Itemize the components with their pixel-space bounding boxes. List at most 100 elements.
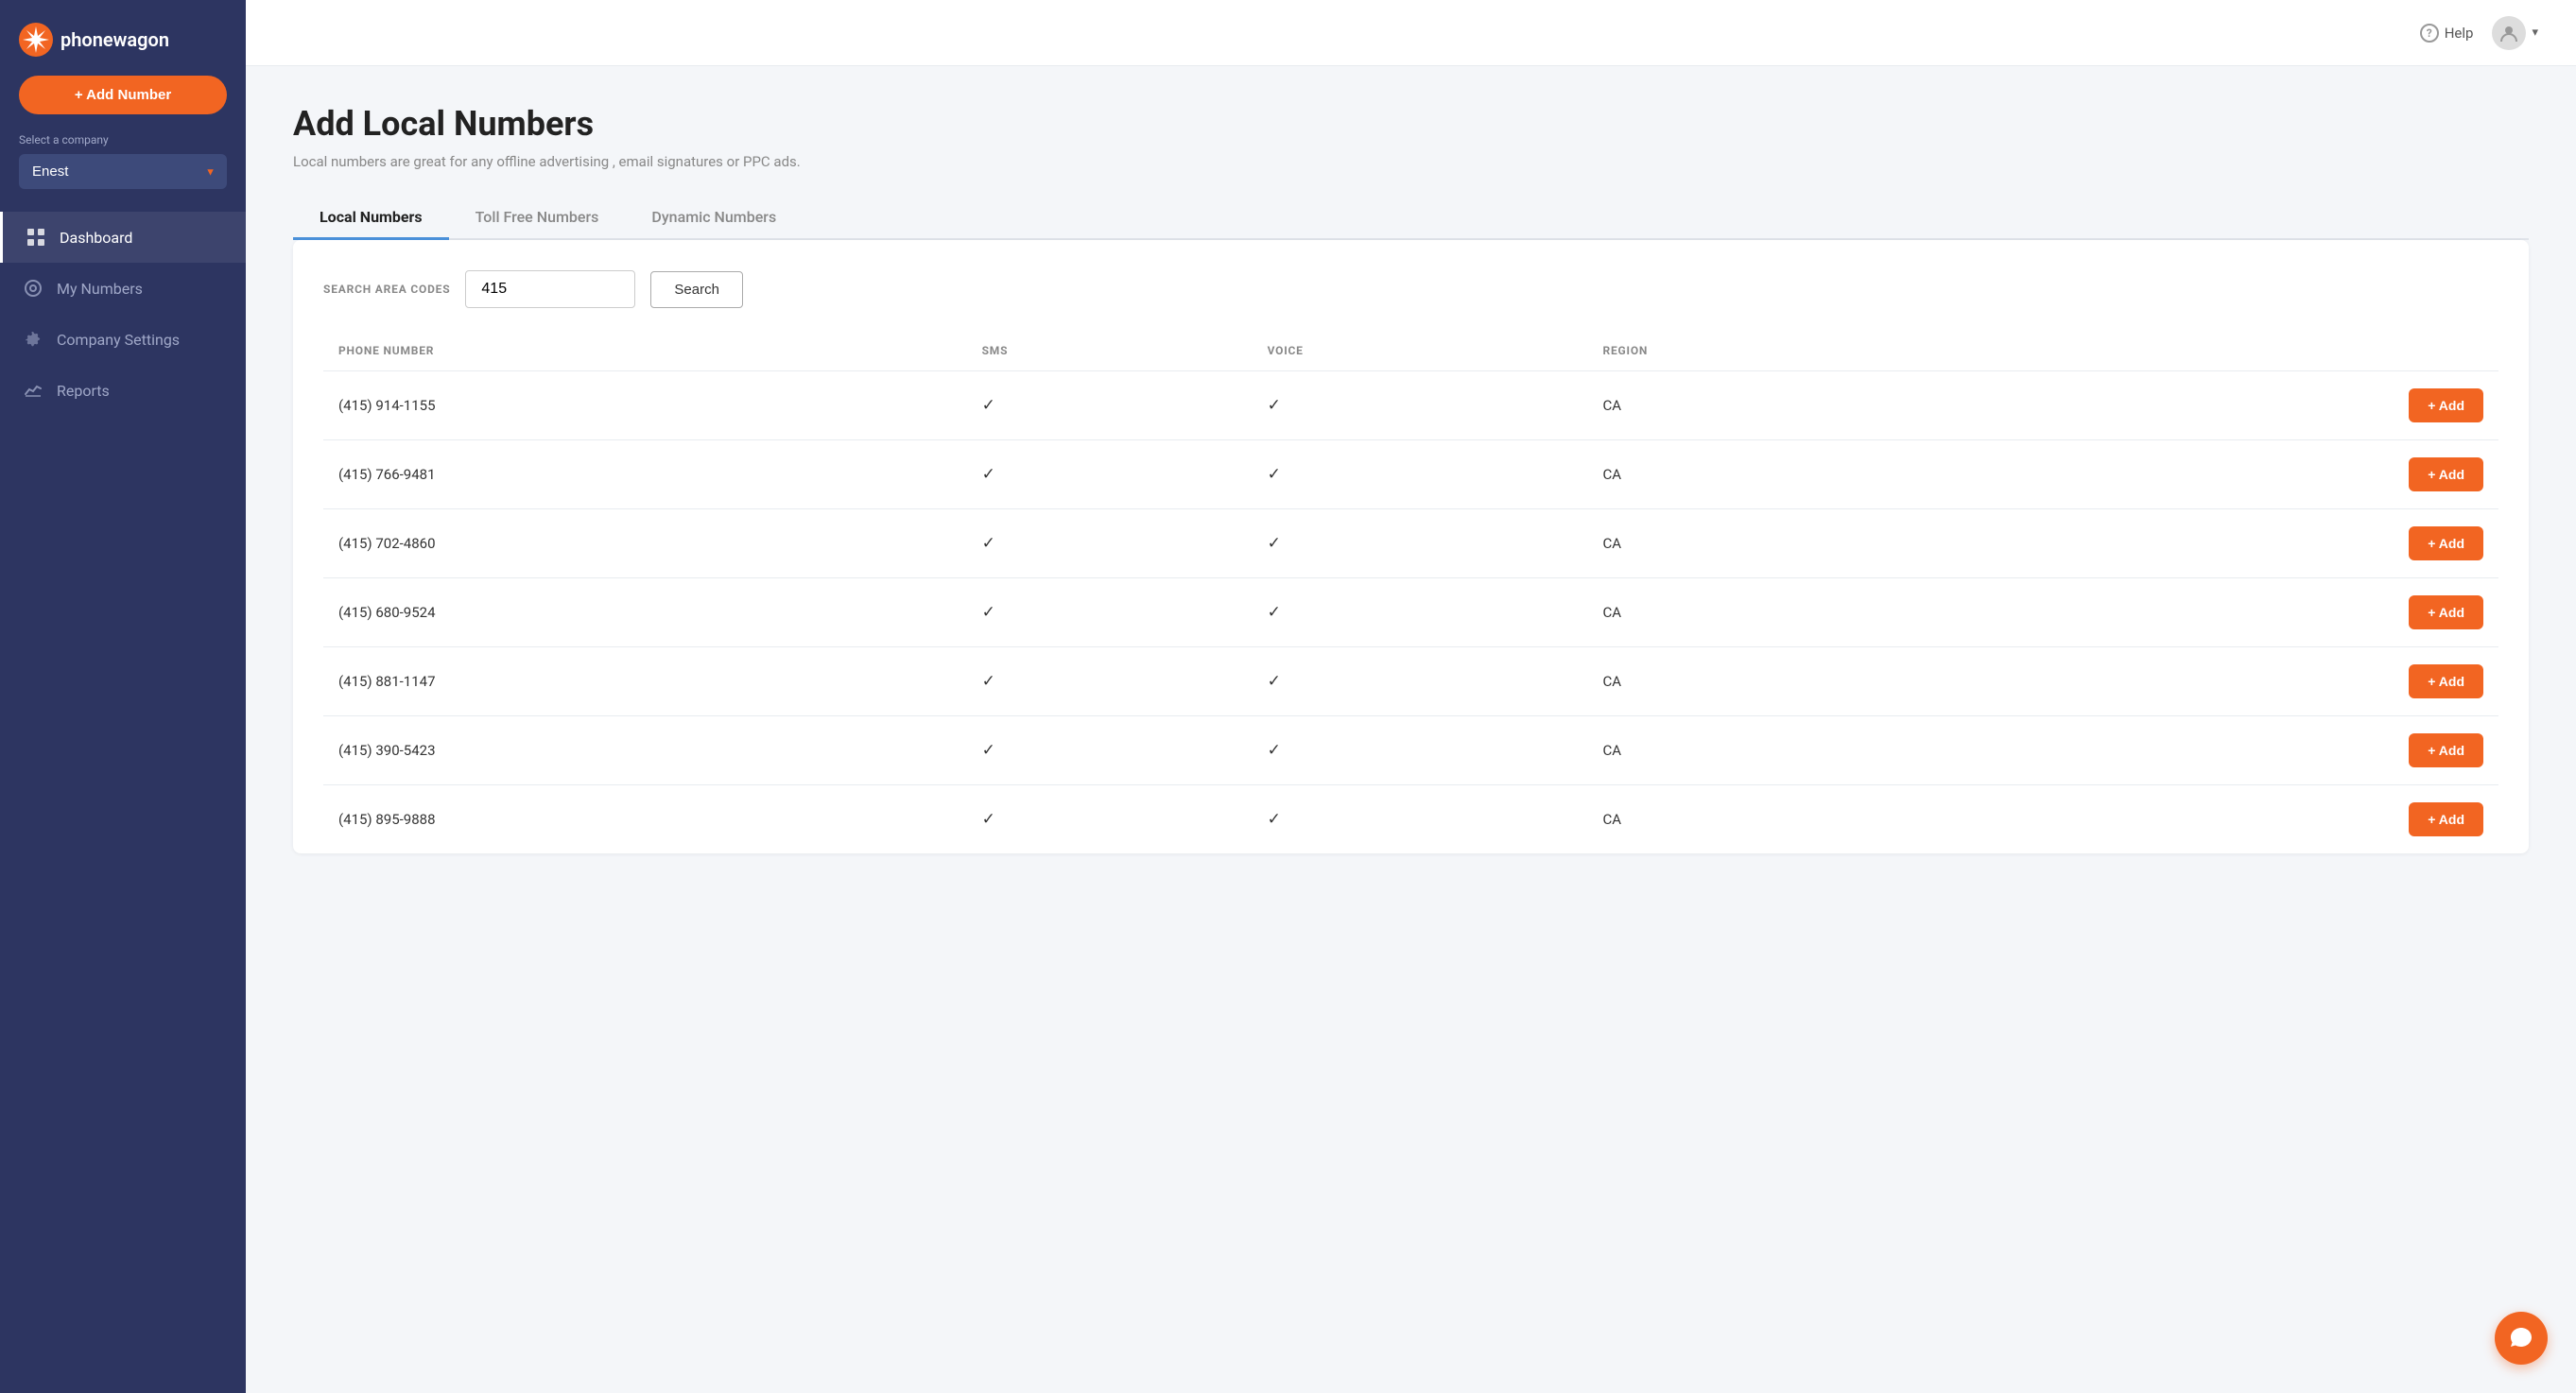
table-row: (415) 680-9524 ✓ ✓ CA + Add [323,578,2498,647]
phone-number-cell: (415) 702-4860 [323,509,967,578]
voice-cell: ✓ [1253,371,1588,440]
search-area-codes-label: SEARCH AREA CODES [323,283,450,296]
sidebar-item-reports-label: Reports [57,382,110,400]
page-title: Add Local Numbers [293,104,2529,144]
tab-dynamic-numbers[interactable]: Dynamic Numbers [625,197,803,240]
phone-number-cell: (415) 914-1155 [323,371,967,440]
sms-cell: ✓ [967,440,1253,509]
sms-check-icon: ✓ [982,396,995,415]
phone-number-cell: (415) 390-5423 [323,716,967,785]
sidebar-item-dashboard[interactable]: Dashboard [0,212,246,263]
phone-number-cell: (415) 680-9524 [323,578,967,647]
sidebar-item-dashboard-label: Dashboard [60,229,132,247]
search-panel: SEARCH AREA CODES Search PHONE NUMBER SM… [293,240,2529,853]
sidebar: phonewagon + Add Number Select a company… [0,0,246,1393]
brand-name: phonewagon [61,28,169,51]
page-subtitle: Local numbers are great for any offline … [293,153,2529,170]
sidebar-nav: Dashboard My Numbers Company Settings [0,212,246,1393]
company-selector[interactable]: Enest [19,154,227,189]
sms-check-icon: ✓ [982,534,995,553]
table-row: (415) 881-1147 ✓ ✓ CA + Add [323,647,2498,716]
table-row: (415) 766-9481 ✓ ✓ CA + Add [323,440,2498,509]
voice-check-icon: ✓ [1268,603,1281,622]
search-button[interactable]: Search [650,271,743,308]
sms-check-icon: ✓ [982,672,995,691]
col-voice: VOICE [1253,335,1588,371]
help-button[interactable]: ? Help [2420,24,2474,43]
phone-icon [23,278,43,299]
add-number-row-button[interactable]: + Add [2409,526,2483,560]
voice-cell: ✓ [1253,509,1588,578]
phone-number-cell: (415) 881-1147 [323,647,967,716]
sms-check-icon: ✓ [982,603,995,622]
tab-toll-free-numbers[interactable]: Toll Free Numbers [449,197,626,240]
add-cell: + Add [1969,440,2498,509]
sidebar-logo: phonewagon [0,0,246,76]
sms-check-icon: ✓ [982,810,995,829]
voice-check-icon: ✓ [1268,810,1281,829]
voice-cell: ✓ [1253,578,1588,647]
add-cell: + Add [1969,647,2498,716]
region-cell: CA [1588,371,1969,440]
sms-cell: ✓ [967,371,1253,440]
phone-number-cell: (415) 766-9481 [323,440,967,509]
col-phone-number: PHONE NUMBER [323,335,967,371]
search-row: SEARCH AREA CODES Search [323,270,2498,308]
sidebar-item-my-numbers[interactable]: My Numbers [0,263,246,314]
region-cell: CA [1588,440,1969,509]
phonewagon-logo-icon [19,23,53,57]
user-chevron-icon: ▾ [2532,26,2538,40]
table-row: (415) 895-9888 ✓ ✓ CA + Add [323,785,2498,854]
sms-cell: ✓ [967,578,1253,647]
add-number-row-button[interactable]: + Add [2409,388,2483,422]
help-icon: ? [2420,24,2439,43]
add-number-button[interactable]: + Add Number [19,76,227,114]
add-cell: + Add [1969,578,2498,647]
voice-check-icon: ✓ [1268,534,1281,553]
phone-number-cell: (415) 895-9888 [323,785,967,854]
add-number-row-button[interactable]: + Add [2409,802,2483,836]
region-cell: CA [1588,716,1969,785]
add-cell: + Add [1969,371,2498,440]
tab-local-numbers[interactable]: Local Numbers [293,197,449,240]
sms-cell: ✓ [967,716,1253,785]
voice-check-icon: ✓ [1268,465,1281,484]
sidebar-item-reports[interactable]: Reports [0,365,246,416]
sms-check-icon: ✓ [982,741,995,760]
main-content: ? Help ▾ Add Local Numbers Local numbers… [246,0,2576,1393]
sidebar-item-company-settings-label: Company Settings [57,331,180,349]
company-select-input[interactable]: Enest [19,154,227,189]
add-number-row-button[interactable]: + Add [2409,733,2483,767]
region-cell: CA [1588,578,1969,647]
region-cell: CA [1588,647,1969,716]
tabs-container: Local Numbers Toll Free Numbers Dynamic … [293,197,2529,240]
add-cell: + Add [1969,509,2498,578]
voice-check-icon: ✓ [1268,396,1281,415]
col-region: REGION [1588,335,1969,371]
table-row: (415) 390-5423 ✓ ✓ CA + Add [323,716,2498,785]
sms-cell: ✓ [967,509,1253,578]
sidebar-item-my-numbers-label: My Numbers [57,280,143,298]
sms-check-icon: ✓ [982,465,995,484]
page-content: Add Local Numbers Local numbers are grea… [246,66,2576,1393]
add-number-row-button[interactable]: + Add [2409,664,2483,698]
add-number-row-button[interactable]: + Add [2409,457,2483,491]
user-menu[interactable]: ▾ [2492,16,2538,50]
sms-cell: ✓ [967,647,1253,716]
help-label: Help [2445,25,2474,42]
gear-icon [23,329,43,350]
chat-icon [2509,1326,2533,1350]
col-sms: SMS [967,335,1253,371]
region-cell: CA [1588,785,1969,854]
grid-icon [26,227,46,248]
select-company-label: Select a company [0,133,246,154]
sidebar-item-company-settings[interactable]: Company Settings [0,314,246,365]
chat-bubble-button[interactable] [2495,1312,2548,1365]
chart-icon [23,380,43,401]
voice-check-icon: ✓ [1268,741,1281,760]
avatar [2492,16,2526,50]
voice-cell: ✓ [1253,440,1588,509]
add-number-row-button[interactable]: + Add [2409,595,2483,629]
results-table: PHONE NUMBER SMS VOICE REGION (415) 914-… [323,335,2498,853]
search-input[interactable] [465,270,635,308]
